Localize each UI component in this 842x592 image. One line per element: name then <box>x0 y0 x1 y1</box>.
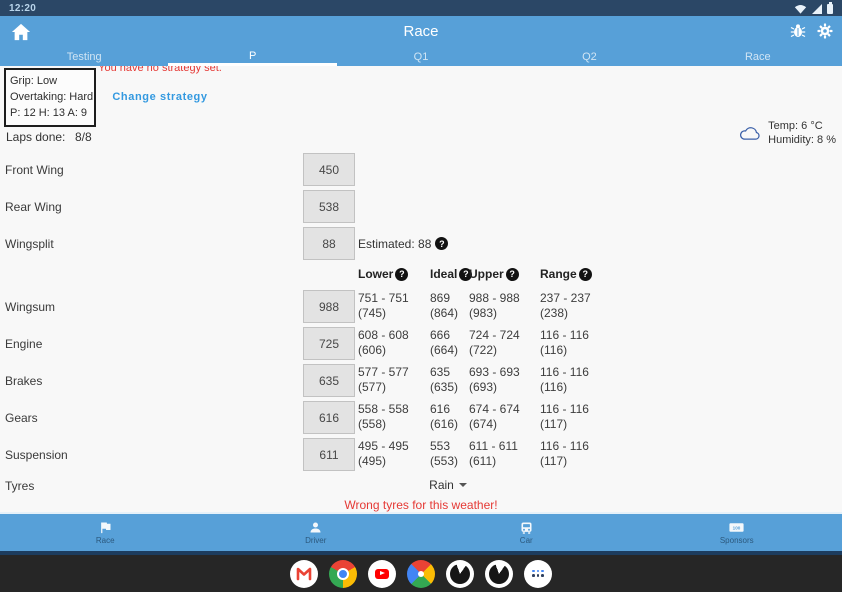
front-wing-input[interactable] <box>303 153 355 186</box>
laps-done-value: 8/8 <box>75 130 92 144</box>
wingsplit-row: Wingsplit Estimated: 88 ? <box>0 227 842 260</box>
tab-q1[interactable]: Q1 <box>337 48 505 66</box>
table-row-engine: Engine 608 - 608(606) 666(664) 724 - 724… <box>0 327 842 360</box>
chevron-down-icon <box>459 483 467 487</box>
temperature-value: Temp: 6 °C <box>768 119 836 133</box>
rear-wing-input[interactable] <box>303 190 355 223</box>
page-title: Race <box>0 23 842 40</box>
header-ideal: Ideal ? <box>430 267 472 281</box>
debug-bug-icon[interactable] <box>790 23 806 39</box>
grip-info: Grip: Low <box>10 73 91 89</box>
clock: 12:20 <box>9 3 36 14</box>
racing-game-icon[interactable] <box>485 560 513 588</box>
bottom-nav: Race Driver Car 100 S <box>0 512 842 551</box>
app-bar: Race <box>0 16 842 48</box>
header-range: Range ? <box>540 267 592 281</box>
nav-item-driver[interactable]: Driver <box>211 514 422 551</box>
gmail-icon[interactable] <box>290 560 318 588</box>
engine-input[interactable] <box>303 327 355 360</box>
chrome-icon[interactable] <box>329 560 357 588</box>
front-wing-label: Front Wing <box>5 163 64 177</box>
cloud-icon <box>739 125 762 141</box>
banknote-icon: 100 <box>728 520 745 535</box>
header-lower: Lower ? <box>358 267 408 281</box>
overtaking-info: Overtaking: Hard <box>10 89 91 105</box>
wingsum-input[interactable] <box>303 290 355 323</box>
tab-testing[interactable]: Testing <box>0 48 168 66</box>
setup-content: Grip: Low Overtaking: Hard P: 12 H: 13 A… <box>0 66 842 512</box>
table-header-row: Lower ? Ideal ? Upper ? Range ? <box>0 267 842 283</box>
nav-item-sponsors[interactable]: 100 Sponsors <box>632 514 842 551</box>
help-icon[interactable]: ? <box>395 268 408 281</box>
tyre-type-dropdown[interactable]: Rain <box>408 478 488 492</box>
suspension-input[interactable] <box>303 438 355 471</box>
google-photos-icon[interactable] <box>407 560 435 588</box>
table-row-wingsum: Wingsum 751 - 751(745) 869(864) 988 - 98… <box>0 290 842 323</box>
estimated-value: Estimated: 88 <box>358 237 431 251</box>
brakes-input[interactable] <box>303 364 355 397</box>
app-drawer-icon[interactable] <box>524 560 552 588</box>
humidity-value: Humidity: 8 % <box>768 133 836 147</box>
header-upper: Upper ? <box>469 267 519 281</box>
change-strategy-link[interactable]: Change strategy <box>96 91 224 103</box>
rear-wing-label: Rear Wing <box>5 200 62 214</box>
wifi-icon <box>794 4 807 14</box>
android-dock <box>0 555 842 592</box>
nav-item-car[interactable]: Car <box>421 514 632 551</box>
youtube-icon[interactable] <box>368 560 396 588</box>
track-info-box: Grip: Low Overtaking: Hard P: 12 H: 13 A… <box>4 68 96 127</box>
front-wing-row: Front Wing <box>0 153 842 186</box>
rear-wing-row: Rear Wing <box>0 190 842 223</box>
tab-q2[interactable]: Q2 <box>505 48 673 66</box>
gears-input[interactable] <box>303 401 355 434</box>
table-row-brakes: Brakes 577 - 577(577) 635(635) 693 - 693… <box>0 364 842 397</box>
car-icon <box>519 520 534 535</box>
pha-info: P: 12 H: 13 A: 9 <box>10 105 91 121</box>
help-icon[interactable]: ? <box>579 268 592 281</box>
table-row-gears: Gears 558 - 558(558) 616(616) 674 - 674(… <box>0 401 842 434</box>
nav-item-race[interactable]: Race <box>0 514 211 551</box>
session-tab-bar: Testing P Q1 Q2 Race <box>0 48 842 66</box>
laps-done-label: Laps done: <box>6 130 65 144</box>
person-icon <box>308 520 323 535</box>
tab-practice[interactable]: P <box>168 48 336 66</box>
help-icon[interactable]: ? <box>506 268 519 281</box>
racing-game-icon[interactable] <box>446 560 474 588</box>
status-bar: 12:20 <box>0 0 842 16</box>
weather-panel: Temp: 6 °C Humidity: 8 % <box>739 119 836 147</box>
flag-icon <box>98 520 113 535</box>
screen: 12:20 Race <box>0 0 842 592</box>
settings-gear-icon[interactable] <box>817 23 833 39</box>
tyre-warning-text: Wrong tyres for this weather! <box>296 498 546 512</box>
battery-icon <box>827 4 833 14</box>
help-icon[interactable]: ? <box>435 237 448 250</box>
svg-text:100: 100 <box>733 525 741 530</box>
signal-icon <box>812 4 822 14</box>
table-row-suspension: Suspension 495 - 495(495) 553(553) 611 -… <box>0 438 842 471</box>
wingsplit-input[interactable] <box>303 227 355 260</box>
wingsplit-label: Wingsplit <box>5 237 54 251</box>
tab-race[interactable]: Race <box>674 48 842 66</box>
tyres-row: Tyres Rain <box>0 475 842 499</box>
tyres-label: Tyres <box>5 479 34 493</box>
